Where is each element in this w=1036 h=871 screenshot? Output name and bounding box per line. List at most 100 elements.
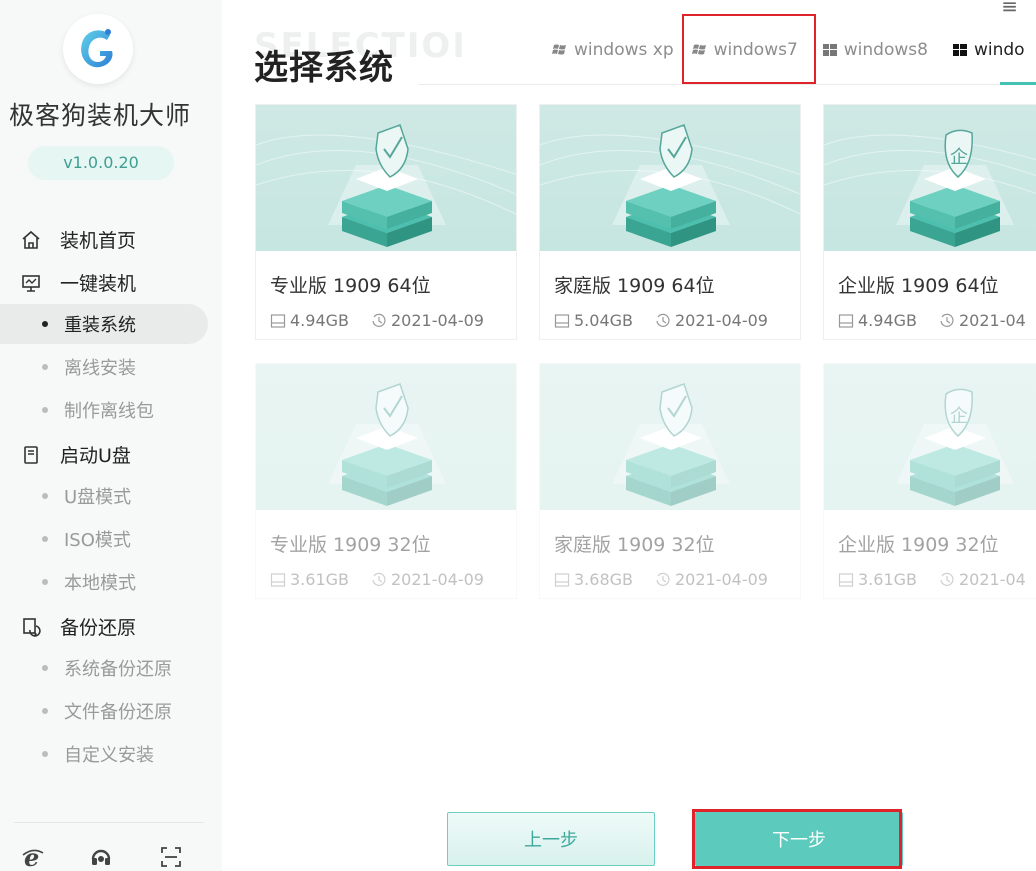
sidebar-item-label: 备份还原 [60, 617, 137, 639]
app-title: 极客狗装机大师 [8, 101, 191, 130]
bullet-icon [42, 321, 48, 327]
tab-label: windo [973, 40, 1025, 60]
next-button-highlight-box [692, 809, 902, 869]
shield-check-box-icon [612, 383, 730, 506]
card-thumbnail [256, 105, 516, 251]
bullet-icon [42, 493, 48, 499]
sidebar-item-label: 本地模式 [64, 573, 136, 594]
customer-service-icon[interactable] [86, 842, 116, 871]
shield-check-box-icon [256, 124, 516, 247]
window-menu-button[interactable]: ≡ [1001, 0, 1026, 18]
ie-browser-icon[interactable]: e [18, 842, 48, 871]
sidebar-item-label: 装机首页 [60, 230, 137, 252]
windows7-tab-highlight-box [682, 14, 816, 84]
sidebar-item-file-backup[interactable]: 文件备份还原 [0, 691, 208, 731]
sidebar-item-home[interactable]: 装机首页 [20, 226, 136, 253]
disk-icon [270, 313, 286, 328]
sidebar-item-reinstall-system[interactable]: 重装系统 [0, 304, 208, 344]
sidebar: 极客狗装机大师 v1.0.0.20 装机首页 一键装机 重装系统 离线安装 制作… [0, 0, 222, 871]
bullet-icon [42, 665, 48, 671]
clock-icon [656, 572, 670, 586]
tab-label: windows xp [574, 40, 674, 60]
card-size: 4.94GB [838, 311, 917, 330]
sidebar-item-backup-restore[interactable]: 备份还原 [20, 613, 136, 640]
sidebar-item-local-mode[interactable]: 本地模式 [0, 562, 208, 602]
prev-step-button[interactable]: 上一步 [447, 812, 655, 866]
sidebar-item-one-click-install[interactable]: 一键装机 [20, 269, 136, 296]
clock-icon [940, 572, 954, 586]
card-size: 3.61GB [270, 570, 349, 589]
scan-icon[interactable] [156, 842, 186, 871]
card-name: 专业版 1909 64位 [270, 275, 431, 297]
svg-text:企: 企 [950, 147, 968, 168]
disk-icon [838, 572, 854, 587]
sidebar-item-custom-install[interactable]: 自定义安装 [0, 734, 208, 774]
card-meta: 3.68GB 2021-04-09 [554, 570, 768, 589]
disk-icon [554, 313, 570, 328]
card-meta: 5.04GB 2021-04-09 [554, 311, 768, 330]
card-thumbnail: 企 [824, 364, 1036, 510]
bullet-icon [42, 708, 48, 714]
sidebar-item-label: 文件备份还原 [64, 702, 172, 723]
card-thumbnail [256, 364, 516, 510]
windows-tiles-icon [952, 44, 967, 56]
sidebar-item-label: 制作离线包 [64, 401, 154, 422]
sidebar-item-offline-install[interactable]: 离线安装 [0, 347, 208, 387]
card-name: 企业版 1909 64位 [838, 275, 999, 297]
card-size: 3.68GB [554, 570, 633, 589]
system-card-enterprise-64[interactable]: 企 企业版 1909 64位 4.94GB 2021-04 [823, 104, 1036, 340]
shield-enterprise-box-icon: 企 [824, 129, 1036, 247]
bullet-icon [42, 751, 48, 757]
card-name: 家庭版 1909 64位 [554, 275, 715, 297]
clock-icon [940, 313, 954, 327]
home-icon [20, 229, 42, 251]
clock-icon [372, 313, 386, 327]
card-date: 2021-04-09 [655, 570, 768, 589]
sidebar-item-label: 自定义安装 [64, 745, 154, 766]
version-badge: v1.0.0.20 [28, 146, 174, 180]
card-name: 专业版 1909 32位 [270, 534, 431, 556]
system-card-pro-64[interactable]: 专业版 1909 64位 4.94GB 2021-04-09 [255, 104, 517, 340]
tab-windows10[interactable]: windo [952, 40, 1025, 60]
card-meta: 4.94GB 2021-04-09 [270, 311, 484, 330]
card-date: 2021-04-09 [371, 570, 484, 589]
card-thumbnail [540, 105, 800, 251]
svg-text:企: 企 [950, 406, 968, 427]
sidebar-item-label: 一键装机 [60, 273, 137, 295]
sidebar-item-label: 离线安装 [64, 358, 136, 379]
tab-windows8[interactable]: windows8 [822, 40, 928, 60]
tab-windows-xp[interactable]: windows xp [552, 40, 674, 60]
sidebar-item-label: 启动U盘 [60, 445, 131, 467]
tab-label: windows8 [843, 40, 928, 60]
sidebar-item-make-offline-package[interactable]: 制作离线包 [0, 390, 208, 430]
sidebar-item-boot-usb[interactable]: 启动U盘 [20, 441, 131, 468]
bullet-icon [42, 579, 48, 585]
usb-drive-icon [20, 444, 42, 466]
disk-icon [554, 572, 570, 587]
card-meta: 3.61GB 2021-04-09 [270, 570, 484, 589]
sidebar-item-label: U盘模式 [64, 487, 132, 508]
bullet-icon [42, 536, 48, 542]
sidebar-item-iso-mode[interactable]: ISO模式 [0, 519, 208, 559]
clock-icon [656, 313, 670, 327]
clock-icon [372, 572, 386, 586]
system-card-enterprise-32[interactable]: 企 企业版 1909 32位 3.61GB 2021-04 [823, 363, 1036, 599]
page-title: 选择系统 [254, 48, 394, 88]
sidebar-item-label: 重装系统 [64, 315, 136, 336]
card-name: 企业版 1909 32位 [838, 534, 999, 556]
sidebar-item-usb-mode[interactable]: U盘模式 [0, 476, 208, 516]
system-card-home-32[interactable]: 家庭版 1909 32位 3.68GB 2021-04-09 [539, 363, 801, 599]
sidebar-item-system-backup[interactable]: 系统备份还原 [0, 648, 208, 688]
shield-enterprise-box-icon: 企 [896, 388, 1014, 506]
card-date: 2021-04-09 [371, 311, 484, 330]
card-date: 2021-04 [939, 570, 1026, 589]
card-date: 2021-04-09 [655, 311, 768, 330]
sidebar-divider [14, 822, 204, 823]
sidebar-item-label: 系统备份还原 [64, 659, 172, 680]
card-meta: 4.94GB 2021-04 [838, 311, 1026, 330]
system-card-home-64[interactable]: 家庭版 1909 64位 5.04GB 2021-04-09 [539, 104, 801, 340]
windows-xp-icon [552, 44, 566, 55]
bullet-icon [42, 407, 48, 413]
system-card-pro-32[interactable]: 专业版 1909 32位 3.61GB 2021-04-09 [255, 363, 517, 599]
card-thumbnail [540, 364, 800, 510]
